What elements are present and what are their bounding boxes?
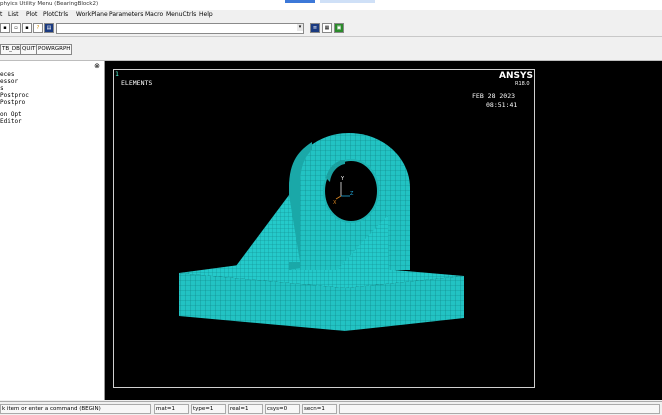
gusset-left — [236, 195, 300, 266]
bearing-block-mesh: Y Z X — [179, 133, 464, 331]
status-type: type=1 — [191, 404, 226, 414]
axis-x-label: X — [333, 200, 337, 206]
status-secn: secn=1 — [302, 404, 337, 414]
status-bar: k item or enter a command (BEGIN) mat=1 … — [0, 401, 662, 415]
axis-z-label: Z — [350, 191, 354, 197]
status-csys: csys=0 — [265, 404, 300, 414]
status-empty — [339, 404, 660, 414]
status-real: real=1 — [228, 404, 263, 414]
status-mat: mat=1 — [154, 404, 189, 414]
status-prompt: k item or enter a command (BEGIN) — [0, 404, 151, 414]
